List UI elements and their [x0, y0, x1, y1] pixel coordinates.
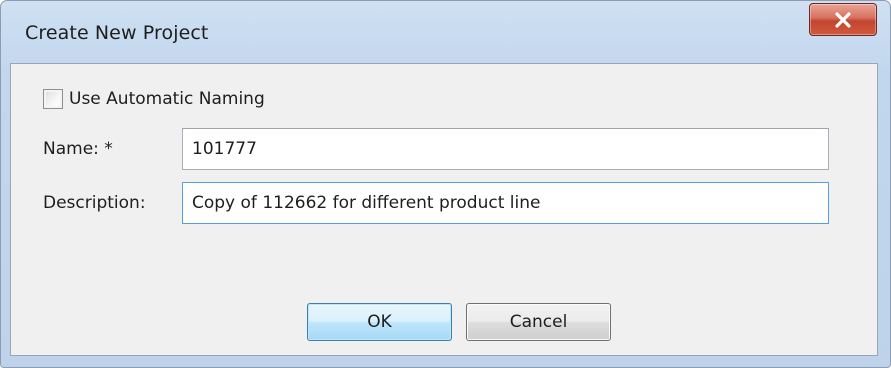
dialog-body: Use Automatic Naming Name: * 101777 Desc… [10, 63, 878, 356]
description-label: Description: [43, 193, 146, 213]
cancel-button[interactable]: Cancel [466, 303, 611, 341]
ok-button[interactable]: OK [307, 303, 452, 341]
close-icon [834, 11, 852, 28]
description-field[interactable]: Copy of 112662 for different product lin… [182, 182, 829, 224]
name-field[interactable]: 101777 [182, 128, 829, 170]
name-label: Name: * [43, 139, 113, 159]
auto-naming-label: Use Automatic Naming [69, 89, 265, 109]
title-bar[interactable]: Create New Project [1, 1, 890, 63]
create-project-dialog: Create New Project Use Automatic Naming … [0, 0, 891, 368]
dialog-title: Create New Project [25, 22, 209, 44]
auto-naming-option[interactable]: Use Automatic Naming [43, 89, 265, 109]
auto-naming-checkbox[interactable] [43, 89, 63, 109]
close-button[interactable] [809, 3, 877, 36]
